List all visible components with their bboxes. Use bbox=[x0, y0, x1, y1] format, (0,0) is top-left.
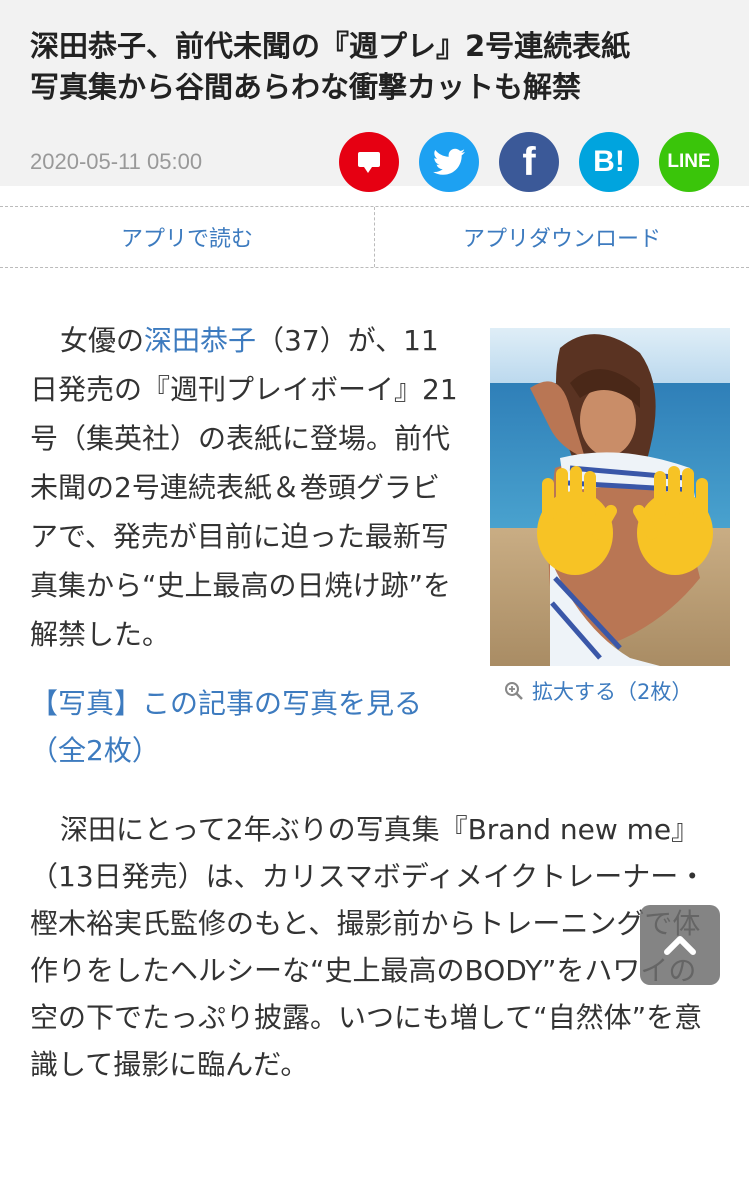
page-title: 深田恭子、前代未聞の『週プレ』2号連続表紙 写真集から谷間あらわな衝撃カットも解… bbox=[30, 26, 719, 108]
article-body: 女優の深田恭子（37）が、11日発売の『週刊プレイボーイ』21号（集英社）の表紙… bbox=[0, 316, 749, 1088]
line-share-button[interactable]: LINE bbox=[659, 132, 719, 192]
comment-icon bbox=[358, 152, 380, 173]
twitter-icon bbox=[433, 148, 465, 175]
zoom-label: 拡大する（2枚） bbox=[532, 680, 693, 704]
meta-row: 2020-05-11 05:00 f B! LINE bbox=[30, 132, 719, 192]
read-in-app-link[interactable]: アプリで読む bbox=[0, 207, 374, 267]
chevron-up-icon bbox=[664, 936, 696, 955]
article-paragraph: 深田にとって2年ぶりの写真集『Brand new me』（13日発売）は、カリス… bbox=[30, 813, 707, 1081]
photo-image bbox=[490, 328, 730, 666]
share-buttons: f B! LINE bbox=[339, 132, 719, 192]
zoom-link[interactable]: 拡大する（2枚） bbox=[504, 676, 692, 706]
title-line-1: 深田恭子、前代未聞の『週プレ』2号連続表紙 bbox=[30, 29, 631, 63]
title-line-2: 写真集から谷間あらわな衝撃カットも解禁 bbox=[30, 70, 582, 104]
photo-gallery-link[interactable]: 【写真】この記事の写真を見る（全2枚） bbox=[30, 680, 460, 774]
article-photo[interactable] bbox=[490, 328, 730, 666]
lead-rest: （37）が、11日発売の『週刊プレイボーイ』21号（集英社）の表紙に登場。前代未… bbox=[30, 324, 458, 651]
hatena-share-button[interactable]: B! bbox=[579, 132, 639, 192]
publish-date: 2020-05-11 05:00 bbox=[30, 149, 203, 174]
lead-paragraph: 女優の深田恭子（37）が、11日発売の『週刊プレイボーイ』21号（集英社）の表紙… bbox=[30, 316, 460, 659]
facebook-share-button[interactable]: f bbox=[499, 132, 559, 192]
article-header: 深田恭子、前代未聞の『週プレ』2号連続表紙 写真集から谷間あらわな衝撃カットも解… bbox=[0, 0, 749, 192]
twitter-share-button[interactable] bbox=[419, 132, 479, 192]
facebook-icon: f bbox=[522, 139, 536, 184]
zoom-icon bbox=[505, 682, 523, 700]
lead-section: 女優の深田恭子（37）が、11日発売の『週刊プレイボーイ』21号（集英社）の表紙… bbox=[30, 316, 730, 786]
comment-share-button[interactable] bbox=[339, 132, 399, 192]
lead-prefix: 女優の bbox=[60, 324, 145, 357]
actress-name-link[interactable]: 深田恭子 bbox=[144, 324, 256, 357]
hatena-icon: B! bbox=[593, 145, 625, 178]
app-download-link[interactable]: アプリダウンロード bbox=[374, 207, 749, 267]
app-bar: アプリで読む アプリダウンロード bbox=[0, 206, 749, 268]
scroll-to-top-button[interactable] bbox=[640, 905, 720, 985]
line-icon: LINE bbox=[667, 151, 711, 172]
